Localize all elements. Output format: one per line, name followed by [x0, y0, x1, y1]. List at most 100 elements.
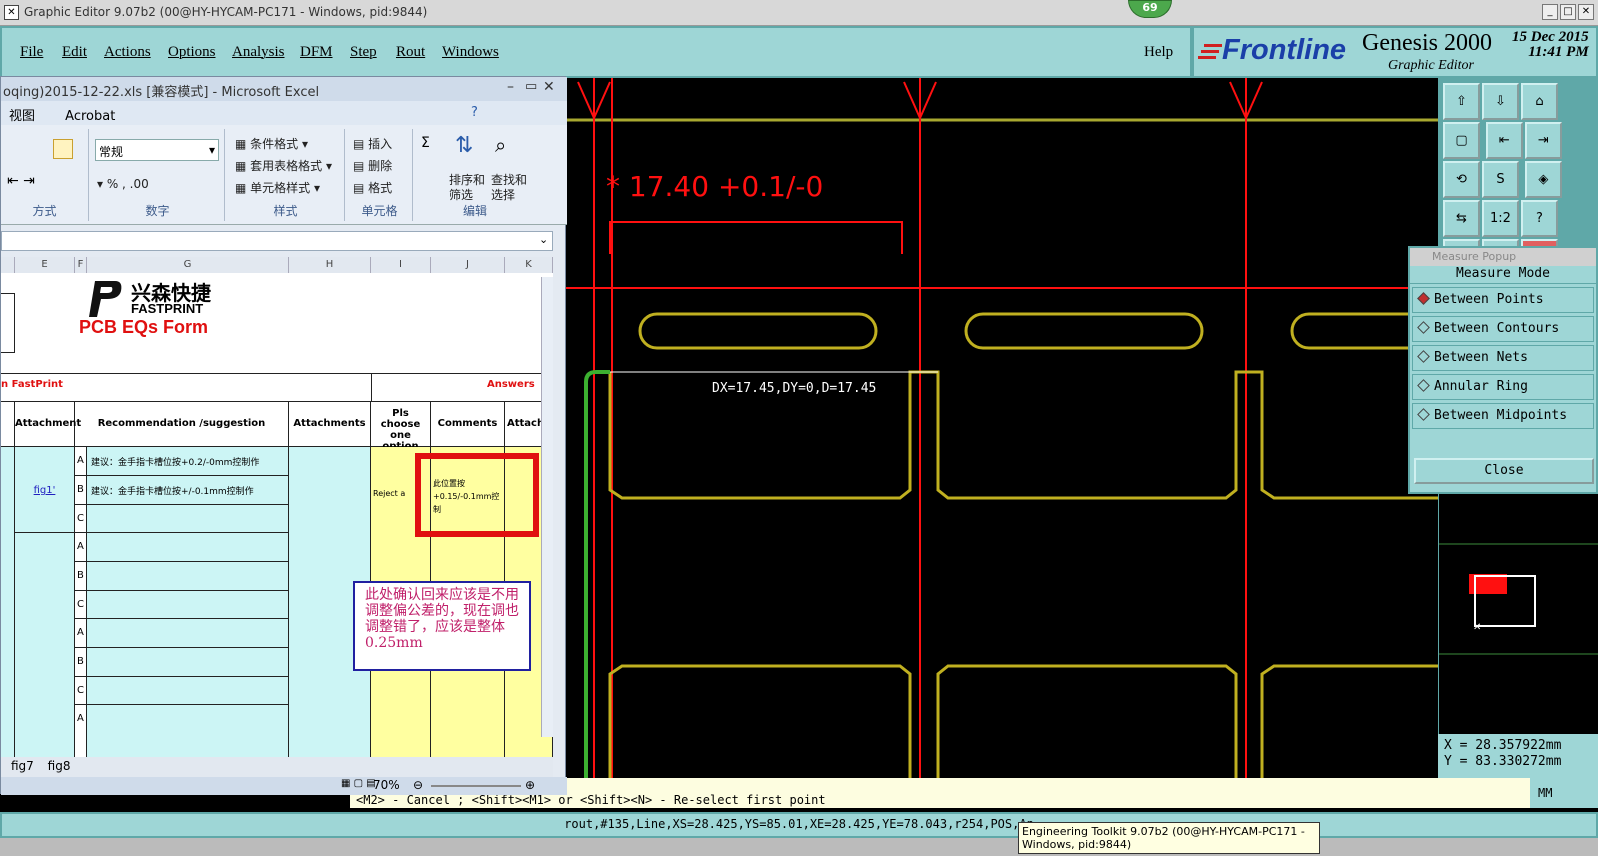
excel-restore-button[interactable]: ▭: [525, 79, 537, 94]
fig-hyperlink[interactable]: fig1': [15, 447, 75, 533]
find-icon[interactable]: ⌕: [495, 133, 506, 157]
sort-filter-icon[interactable]: ⇅: [455, 133, 473, 158]
zoom-out-icon[interactable]: ⊖: [413, 778, 423, 792]
excel-title: oqing)2015-12-22.xls [兼容模式] - Microsoft …: [3, 85, 320, 100]
table-format-button[interactable]: ▦ 套用表格格式 ▾: [235, 157, 332, 174]
menu-step[interactable]: Step: [350, 44, 377, 61]
tab-acrobat[interactable]: Acrobat: [65, 109, 115, 124]
radio-icon: [1417, 408, 1430, 421]
minimize-button[interactable]: _: [1542, 4, 1558, 20]
menu-rout[interactable]: Rout: [396, 44, 425, 61]
col-header-h[interactable]: H: [289, 257, 371, 273]
menu-windows[interactable]: Windows: [442, 44, 499, 61]
row-b-suggestion[interactable]: 建议：金手指卡槽位按+/-0.1mm控制作: [87, 476, 289, 505]
group-label-styles: 样式: [273, 204, 298, 218]
zoom-slider[interactable]: [431, 785, 521, 787]
vertical-scrollbar[interactable]: [541, 277, 553, 737]
group-label-cells: 单元格: [361, 204, 398, 218]
tool-left-icon[interactable]: ⇤: [1485, 122, 1523, 159]
col-header-k[interactable]: K: [505, 257, 553, 273]
sheet-tab-fig8[interactable]: fig8: [48, 759, 71, 773]
view-icons[interactable]: ▦ ▢ ▤: [341, 778, 376, 789]
zoom-in-icon[interactable]: ⊕: [525, 778, 535, 792]
menu-analysis[interactable]: Analysis: [232, 44, 285, 61]
tool-frame-icon[interactable]: ▢: [1443, 122, 1480, 159]
frontline-logo: Frontline: [1222, 34, 1347, 66]
tool-rotate-icon[interactable]: ⟲: [1443, 161, 1480, 198]
conditional-format-button[interactable]: ▦ 条件格式 ▾: [235, 135, 308, 152]
excel-ribbon: ⇤ ⇥ 方式 常规 ▾ ▾ % , .00 数字 ▦ 条件格式 ▾ ▦ 套用表格格…: [1, 125, 567, 225]
radio-icon: [1417, 321, 1430, 334]
header-recommendation: Recommendation /suggestion: [75, 401, 289, 447]
percent-icon[interactable]: ▾ % , .00: [97, 177, 149, 191]
minimap[interactable]: ✕: [1438, 494, 1598, 734]
tool-move-down-icon[interactable]: ⇩: [1482, 83, 1519, 120]
wrap-icon[interactable]: [53, 139, 73, 159]
col-header-j[interactable]: J: [431, 257, 505, 273]
measure-mode-label: Measure Mode: [1410, 266, 1596, 284]
option-between-nets[interactable]: Between Nets: [1412, 345, 1594, 371]
formula-bar[interactable]: [1, 231, 553, 251]
insert-button[interactable]: ▤ 插入: [353, 135, 392, 152]
excel-ribbon-tabs: 视图 Acrobat ?: [1, 101, 567, 125]
annotation-note[interactable]: 此处确认回来应该是不用调整偏公差的，现在调也调整错了，应该是整体0.25mm: [353, 581, 531, 671]
tool-scale-icon[interactable]: 1:2: [1482, 200, 1519, 237]
reject-text: Reject a: [373, 489, 406, 498]
clock: 15 Dec 2015 11:41 PM: [1512, 30, 1589, 60]
col-header-f[interactable]: F: [75, 257, 87, 273]
excel-title-bar: oqing)2015-12-22.xls [兼容模式] - Microsoft …: [1, 77, 567, 101]
formula-expand-icon[interactable]: ⌄: [539, 233, 548, 246]
excel-minimize-button[interactable]: –: [507, 79, 514, 95]
ribbon-group-cells: ▤ 插入 ▤ 删除 ▤ 格式 单元格: [347, 129, 413, 221]
measure-close-button[interactable]: Close: [1414, 458, 1594, 484]
row-a-suggestion[interactable]: 建议：金手指卡槽位按+0.2/-0mm控制作: [87, 447, 289, 476]
coord-y: Y = 83.330272mm: [1444, 754, 1562, 769]
col-header-g[interactable]: G: [87, 257, 289, 273]
tool-pan-icon[interactable]: ⇆: [1443, 200, 1480, 237]
option-between-points[interactable]: Between Points: [1412, 287, 1594, 313]
group-label-align: 方式: [32, 204, 57, 218]
col-header-e[interactable]: E: [15, 257, 75, 273]
dimension-bracket: [609, 221, 903, 254]
menu-options[interactable]: Options: [168, 44, 216, 61]
sort-filter-button[interactable]: 排序和筛选: [449, 173, 487, 203]
close-window-button[interactable]: ✕: [1578, 4, 1594, 20]
menu-actions[interactable]: Actions: [104, 44, 151, 61]
tool-move-up-icon[interactable]: ⇧: [1443, 83, 1480, 120]
sum-icon[interactable]: Σ: [421, 135, 430, 151]
header-choose-option: Pls choose one option: [371, 401, 431, 452]
tab-view[interactable]: 视图: [9, 109, 35, 124]
units-selector[interactable]: MM: [1530, 778, 1598, 808]
dimension-label: * 17.40 +0.1/-0: [606, 170, 823, 203]
find-select-button[interactable]: 查找和选择: [491, 173, 531, 203]
help-icon[interactable]: ?: [471, 105, 478, 120]
cad-canvas[interactable]: * 17.40 +0.1/-0 DX=17.45,DY=0,D=17.45: [566, 78, 1530, 778]
option-annular-ring[interactable]: Annular Ring: [1412, 374, 1594, 400]
number-format-select[interactable]: 常规 ▾: [95, 139, 219, 161]
format-button[interactable]: ▤ 格式: [353, 179, 392, 196]
tool-home-icon[interactable]: ⌂: [1521, 83, 1558, 120]
menu-file[interactable]: File: [20, 44, 43, 61]
tool-fit-icon[interactable]: ◈: [1524, 161, 1562, 198]
indent-icon[interactable]: ⇤ ⇥: [7, 173, 35, 189]
header-comments: Comments: [431, 401, 505, 447]
cell-style-button[interactable]: ▦ 单元格样式 ▾: [235, 179, 320, 196]
sheet-tab-fig7[interactable]: fig7: [11, 759, 34, 773]
col-header-i[interactable]: I: [371, 257, 431, 273]
delete-button[interactable]: ▤ 删除: [353, 157, 392, 174]
date-text: 15 Dec 2015: [1512, 29, 1589, 45]
tool-help-icon[interactable]: ?: [1521, 200, 1558, 237]
option-between-contours[interactable]: Between Contours: [1412, 316, 1594, 342]
tool-right-icon[interactable]: ⇥: [1524, 122, 1562, 159]
measure-popup-title: Measure Popup: [1410, 248, 1596, 266]
maximize-button[interactable]: □: [1560, 4, 1576, 20]
tool-s-icon[interactable]: S: [1482, 161, 1519, 198]
menu-edit[interactable]: Edit: [62, 44, 87, 61]
slot-2: [964, 312, 1204, 350]
excel-close-button[interactable]: ✕: [543, 79, 555, 95]
option-between-midpoints[interactable]: Between Midpoints: [1412, 403, 1594, 429]
product-subtitle: Graphic Editor: [1388, 58, 1474, 73]
menu-help[interactable]: Help: [1144, 44, 1173, 61]
coord-x: X = 28.357922mm: [1444, 738, 1562, 753]
menu-dfm[interactable]: DFM: [300, 44, 333, 61]
